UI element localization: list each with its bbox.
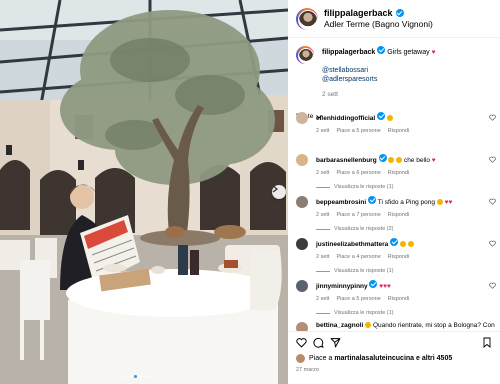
like-comment-heart-icon[interactable] xyxy=(489,282,496,289)
post-header: filippalagerback Adler Terme (Bagno Vign… xyxy=(288,0,500,38)
commenter-username[interactable]: jinnyminnypinny xyxy=(316,283,368,290)
verified-badge-icon xyxy=(390,238,399,246)
author-username[interactable]: filippalagerback xyxy=(324,8,393,19)
comment-time[interactable]: 2 sett xyxy=(316,170,329,177)
comment-likes[interactable]: Piace a 5 persone xyxy=(336,128,380,135)
like-heart-icon[interactable] xyxy=(296,337,307,348)
author-avatar[interactable] xyxy=(296,7,318,30)
caption-time[interactable]: 2 sett xyxy=(322,91,435,100)
post-photo[interactable] xyxy=(0,0,288,384)
commenter-avatar[interactable] xyxy=(296,112,308,124)
likes-prefix: Piace a xyxy=(309,355,333,362)
heart-eyes-emoji-icon xyxy=(399,241,406,247)
red-heart-emoji-icon: ♥♥♥ xyxy=(379,283,391,290)
like-comment-heart-icon[interactable] xyxy=(489,240,496,247)
comment-item: beppeambrosini Ti sfido a Ping pong ♥♥ 2… xyxy=(296,196,496,233)
courtyard-photo-art xyxy=(0,0,288,384)
red-heart-emoji-icon: ♥ xyxy=(431,157,436,164)
red-heart-emoji-icon: ♥ xyxy=(431,49,436,56)
commenter-avatar[interactable] xyxy=(296,154,308,166)
commenter-username[interactable]: justineelizabethmattera xyxy=(316,241,388,248)
view-replies-button[interactable]: Visualizza le risposte (2) xyxy=(316,226,485,233)
verified-badge-icon xyxy=(369,280,378,288)
carousel-dot xyxy=(139,375,142,378)
reply-button[interactable]: Rispondi xyxy=(388,212,409,219)
carousel-dot xyxy=(149,375,152,378)
liked-by-username[interactable]: martinalasaluteincucina xyxy=(334,355,414,362)
comment-likes[interactable]: Piace a 6 persone xyxy=(336,170,380,177)
share-paper-plane-icon[interactable] xyxy=(330,337,341,348)
like-comment-heart-icon[interactable] xyxy=(489,198,496,205)
comment-item: jinnyminnypinny ♥♥♥ 2 sett Piace a 5 per… xyxy=(296,280,496,317)
commenter-avatar[interactable] xyxy=(296,280,308,292)
comment-text: che bello xyxy=(403,157,430,164)
verified-badge-icon xyxy=(368,196,377,204)
post-caption: filippalagerback Girls getaway ♥ @stella… xyxy=(288,38,500,99)
comment-text: Ti sfido a Ping pong xyxy=(377,199,435,206)
verified-badge-icon xyxy=(377,112,386,120)
heart-eyes-emoji-icon xyxy=(388,157,395,163)
carousel-dot xyxy=(124,375,127,378)
verified-badge-icon xyxy=(377,46,386,54)
comment-likes[interactable]: Piace a 4 persone xyxy=(336,254,380,261)
next-photo-button[interactable] xyxy=(272,185,286,199)
heart-eyes-emoji-icon xyxy=(407,241,414,247)
comment-item: barbarasnellenburg che bello ♥ 2 sett Pi… xyxy=(296,154,496,191)
commenter-username[interactable]: ellenhiddingofficial xyxy=(316,115,375,122)
caption-tag[interactable]: @adlersparesorts xyxy=(322,75,435,84)
verified-badge-icon xyxy=(378,154,387,162)
likes-count[interactable]: e altri 4505 xyxy=(416,355,452,362)
reply-button[interactable]: Rispondi xyxy=(388,254,409,261)
comment-time[interactable]: 2 sett xyxy=(316,296,329,303)
smile-emoji-icon xyxy=(365,322,372,328)
liker-avatar xyxy=(296,354,305,363)
red-heart-emoji-icon: ♥♥ xyxy=(444,199,453,206)
comment-time[interactable]: 2 sett xyxy=(316,212,329,219)
comment-likes[interactable]: Piace a 7 persone xyxy=(336,212,380,219)
heart-eyes-emoji-icon xyxy=(396,157,403,163)
carousel-dot-active xyxy=(134,375,137,378)
comment-time[interactable]: 2 sett xyxy=(316,254,329,261)
view-replies-button[interactable]: Visualizza le risposte (1) xyxy=(316,310,485,317)
verified-badge-icon xyxy=(395,9,404,18)
reply-button[interactable]: Rispondi xyxy=(388,296,409,303)
carousel-indicator xyxy=(124,375,152,378)
post-location[interactable]: Adler Terme (Bagno Vignoni) xyxy=(324,19,433,30)
like-comment-heart-icon[interactable] xyxy=(489,156,496,163)
post-side-panel: filippalagerback Adler Terme (Bagno Vign… xyxy=(288,0,500,384)
chevron-right-icon xyxy=(272,185,278,193)
commenter-username[interactable]: beppeambrosini xyxy=(316,199,366,206)
commenter-avatar[interactable] xyxy=(296,238,308,250)
comment-text: Quando rientrate, mi stop a Bologna? Con xyxy=(372,322,495,329)
caption-avatar[interactable] xyxy=(296,46,314,64)
view-replies-button[interactable]: Visualizza le risposte (1) xyxy=(316,184,485,191)
commenter-username[interactable]: barbarasnellenburg xyxy=(316,157,377,164)
reply-button[interactable]: Rispondi xyxy=(388,128,409,135)
commenter-avatar[interactable] xyxy=(296,196,308,208)
smile-emoji-icon xyxy=(436,199,443,205)
reply-button[interactable]: Rispondi xyxy=(388,170,409,177)
commenter-username[interactable]: bettina_zagnoli xyxy=(316,322,363,329)
like-comment-heart-icon[interactable] xyxy=(489,114,496,121)
post-date[interactable]: 27 marzo xyxy=(296,367,492,373)
comment-item: justineelizabethmattera 2 sett Piace a 4… xyxy=(296,238,496,275)
comment-item: ellenhiddingofficial 2 sett Piace a 5 pe… xyxy=(296,112,496,136)
caption-tag[interactable]: @stellabossari xyxy=(322,66,435,75)
comment-bubble-icon[interactable] xyxy=(313,337,324,348)
view-replies-button[interactable]: Visualizza le risposte (1) xyxy=(316,268,485,275)
likes-summary[interactable]: Piace a martinalasaluteincucina e altri … xyxy=(296,354,492,363)
caption-text: Girls getaway xyxy=(387,49,430,56)
carousel-dot xyxy=(129,375,132,378)
comment-time[interactable]: 2 sett xyxy=(316,128,329,135)
heart-eyes-emoji-icon xyxy=(386,115,393,121)
comment-likes[interactable]: Piace a 5 persone xyxy=(336,296,380,303)
post-actions-bar: Piace a martinalasaluteincucina e altri … xyxy=(288,331,500,384)
save-bookmark-icon[interactable] xyxy=(482,337,492,348)
caption-username[interactable]: filippalagerback xyxy=(322,49,375,56)
carousel-dot xyxy=(144,375,147,378)
